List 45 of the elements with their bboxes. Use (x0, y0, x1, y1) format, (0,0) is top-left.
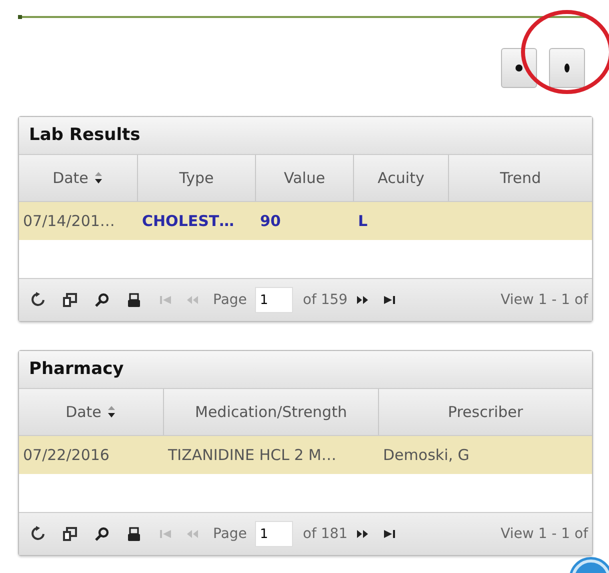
columns-icon[interactable] (63, 293, 77, 307)
cell-link[interactable]: 90 (260, 212, 281, 230)
dot-icon (515, 64, 523, 72)
sort-icon (94, 171, 104, 185)
table-cell: Demoski, G (383, 446, 470, 464)
print-icon[interactable] (127, 526, 141, 542)
column-header[interactable]: Medication/Strength (164, 389, 379, 435)
page-label: Page (213, 526, 247, 542)
last-page-icon[interactable] (382, 295, 396, 305)
table-cell: 07/22/2016 (23, 446, 110, 464)
page-input[interactable]: 1 (254, 287, 293, 313)
column-header[interactable]: Date (19, 389, 164, 435)
record-count: View 1 - 1 of (500, 526, 588, 542)
column-header[interactable]: Acuity (354, 155, 449, 201)
column-header[interactable]: Prescriber (379, 389, 592, 435)
table-cell: TIZANIDINE HCL 2 M… (168, 446, 336, 464)
table-row[interactable]: 07/22/2016 TIZANIDINE HCL 2 M… Demoski, G (19, 436, 592, 474)
column-header[interactable]: Value (256, 155, 354, 201)
page-input[interactable]: 1 (254, 521, 293, 547)
page-count: of 181 (302, 526, 348, 542)
column-header[interactable]: Date (19, 155, 138, 201)
page-label: Page (213, 292, 247, 308)
toolbar-button[interactable] (501, 48, 537, 88)
print-icon[interactable] (127, 292, 141, 308)
next-page-icon[interactable] (356, 295, 369, 305)
refresh-icon[interactable] (31, 292, 45, 308)
table-row[interactable]: 07/14/201… CHOLEST… 90 L (19, 202, 592, 240)
cell-link[interactable]: CHOLEST… (142, 212, 234, 230)
dot-icon (564, 63, 570, 73)
table-cell: 07/14/201… (23, 212, 115, 230)
column-header[interactable]: Type (138, 155, 256, 201)
panel-title: Lab Results (19, 117, 592, 155)
record-count: View 1 - 1 of (500, 292, 588, 308)
sort-icon (107, 405, 116, 419)
page-count: of 159 (302, 292, 348, 308)
search-icon[interactable] (95, 527, 109, 541)
panel-title: Pharmacy (19, 351, 592, 389)
next-page-icon[interactable] (356, 529, 369, 539)
last-page-icon[interactable] (382, 529, 396, 539)
refresh-icon[interactable] (31, 526, 45, 542)
column-header[interactable]: Trend (449, 155, 592, 201)
search-icon[interactable] (95, 293, 109, 307)
cell-link[interactable]: L (358, 212, 368, 230)
toolbar-button[interactable] (549, 48, 585, 88)
columns-icon[interactable] (63, 527, 77, 541)
